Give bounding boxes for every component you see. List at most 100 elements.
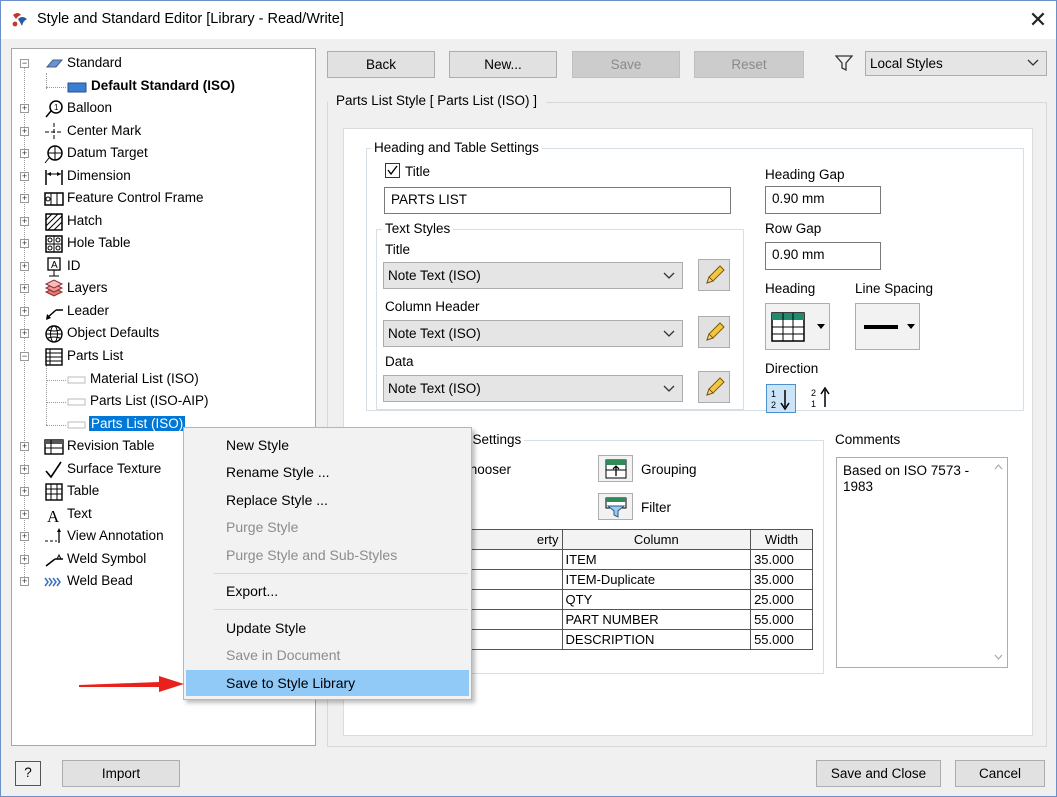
table-row[interactable]: DESCRIPTION 55.000 (441, 629, 813, 650)
row-gap-field[interactable]: 0.90 mm (765, 242, 881, 270)
context-menu: New Style Rename Style ... Replace Style… (183, 427, 472, 700)
direction-down-button[interactable]: 12 (766, 384, 796, 413)
tree-node-label: Hatch (67, 213, 103, 228)
tree-node-parts-list[interactable]: − Parts List (12, 347, 312, 367)
menu-item-purge-style[interactable]: Purge Style (186, 514, 469, 540)
tree-node-hole-table[interactable]: + Hole Table (12, 234, 312, 254)
expand-toggle[interactable]: + (20, 149, 29, 158)
expand-toggle[interactable]: + (20, 172, 29, 181)
style-filter-select[interactable]: Local Styles (865, 51, 1047, 76)
tree-node-object-defaults[interactable]: + Object Defaults (12, 324, 312, 344)
menu-item-replace-style[interactable]: Replace Style ... (186, 487, 469, 513)
tree-node-default-standard[interactable]: Default Standard (ISO) (12, 77, 312, 97)
heading-gap-field[interactable]: 0.90 mm (765, 186, 881, 214)
expand-toggle[interactable]: + (20, 104, 29, 113)
edit-title-style-button[interactable] (698, 259, 730, 291)
row-gap-label: Row Gap (765, 221, 822, 236)
table-row[interactable]: ITEM-Duplicate 35.000 (441, 569, 813, 590)
cancel-button[interactable]: Cancel (955, 760, 1045, 787)
heading-position-button[interactable] (765, 303, 830, 350)
tree-node-label: Parts List (ISO-AIP) (90, 393, 209, 408)
tree-node-label: Text (67, 506, 92, 521)
tree-node-label: Dimension (67, 168, 131, 183)
expand-toggle[interactable]: + (20, 442, 29, 451)
data-style-select[interactable]: Note Text (ISO) (383, 375, 683, 402)
column-header-width[interactable]: Width (750, 529, 813, 550)
svg-text:A: A (51, 260, 58, 271)
menu-item-update-style[interactable]: Update Style (186, 615, 469, 641)
menu-item-new-style[interactable]: New Style (186, 432, 469, 458)
line-spacing-button[interactable] (855, 303, 920, 350)
expand-toggle[interactable]: + (20, 487, 29, 496)
help-button[interactable]: ? (15, 761, 41, 786)
expand-toggle[interactable]: + (20, 284, 29, 293)
menu-separator (214, 609, 468, 610)
column-header-column[interactable]: Column (561, 529, 752, 550)
expand-toggle[interactable]: + (20, 239, 29, 248)
menu-item-save-to-style-library[interactable]: Save to Style Library (186, 670, 469, 696)
reset-button[interactable]: Reset (694, 51, 804, 78)
expand-toggle[interactable]: + (20, 194, 29, 203)
title-checkbox[interactable] (385, 163, 400, 178)
import-button[interactable]: Import (62, 760, 180, 787)
sort-up-icon: 21 (811, 386, 830, 409)
tree-node-parts-list-iso-aip[interactable]: Parts List (ISO-AIP) (12, 392, 312, 412)
title-checkbox-label: Title (405, 164, 431, 179)
tree-node-dimension[interactable]: + Dimension (12, 167, 312, 187)
tree-node-label: Parts List (67, 348, 124, 363)
table-row[interactable]: PART NUMBER 55.000 (441, 609, 813, 630)
save-and-close-button[interactable]: Save and Close (816, 760, 941, 787)
filter-button[interactable] (598, 493, 633, 520)
comments-textarea[interactable]: Based on ISO 7573 - 1983 (836, 457, 1008, 668)
menu-item-purge-style-sub-styles[interactable]: Purge Style and Sub-Styles (186, 542, 469, 568)
tree-node-standard[interactable]: − Standard (12, 54, 312, 74)
expand-toggle[interactable]: + (20, 510, 29, 519)
back-button[interactable]: Back (327, 51, 435, 78)
menu-item-label: New Style (226, 437, 290, 453)
pencil-icon (706, 377, 725, 396)
expand-toggle[interactable]: + (20, 577, 29, 586)
filter-label: Filter (641, 500, 671, 515)
expand-toggle[interactable]: + (20, 465, 29, 474)
tree-node-balloon[interactable]: + 1 Balloon (12, 99, 312, 119)
table-row[interactable]: QTY 25.000 (441, 589, 813, 610)
chevron-down-icon (994, 654, 1003, 660)
menu-separator (214, 573, 468, 574)
expand-toggle[interactable]: + (20, 217, 29, 226)
expand-toggle[interactable]: + (20, 262, 29, 271)
collapse-toggle[interactable]: − (20, 59, 29, 68)
tree-node-label: Standard (67, 55, 122, 70)
tree-node-leader[interactable]: + Leader (12, 302, 312, 322)
save-button[interactable]: Save (572, 51, 680, 78)
close-icon[interactable]: ✕ (1023, 5, 1053, 35)
menu-item-save-in-document[interactable]: Save in Document (186, 642, 469, 668)
expand-toggle[interactable]: + (20, 555, 29, 564)
tree-node-id[interactable]: + A ID (12, 257, 312, 277)
expand-toggle[interactable]: + (20, 127, 29, 136)
comments-text: Based on ISO 7573 - 1983 (843, 463, 970, 494)
edit-data-style-button[interactable] (698, 371, 730, 403)
menu-item-rename-style[interactable]: Rename Style ... (186, 459, 469, 485)
title-text-field[interactable]: PARTS LIST (384, 187, 731, 214)
expand-toggle[interactable]: + (20, 329, 29, 338)
collapse-toggle[interactable]: − (20, 352, 29, 361)
tree-node-feature-control-frame[interactable]: + Feature Control Frame (12, 189, 312, 209)
column-header-style-select[interactable]: Note Text (ISO) (383, 320, 683, 347)
tree-node-center-mark[interactable]: + Center Mark (12, 122, 312, 142)
columns-table[interactable]: erty Column Width ITEM 35.000 ITEM-Duplic… (441, 529, 813, 650)
tree-node-material-list-iso[interactable]: Material List (ISO) (12, 370, 312, 390)
grouping-button[interactable] (598, 455, 633, 482)
svg-text:2: 2 (771, 400, 776, 410)
expand-toggle[interactable]: + (20, 532, 29, 541)
title-style-select[interactable]: Note Text (ISO) (383, 262, 683, 289)
tree-node-hatch[interactable]: + Hatch (12, 212, 312, 232)
new-button[interactable]: New... (449, 51, 557, 78)
comments-scrollbar[interactable] (990, 458, 1007, 667)
direction-up-button[interactable]: 21 (807, 384, 837, 413)
tree-node-datum-target[interactable]: + Datum Target (12, 144, 312, 164)
edit-column-header-style-button[interactable] (698, 316, 730, 348)
expand-toggle[interactable]: + (20, 307, 29, 316)
tree-node-layers[interactable]: + Layers (12, 279, 312, 299)
menu-item-export[interactable]: Export... (186, 578, 469, 604)
table-row[interactable]: ITEM 35.000 (441, 549, 813, 570)
